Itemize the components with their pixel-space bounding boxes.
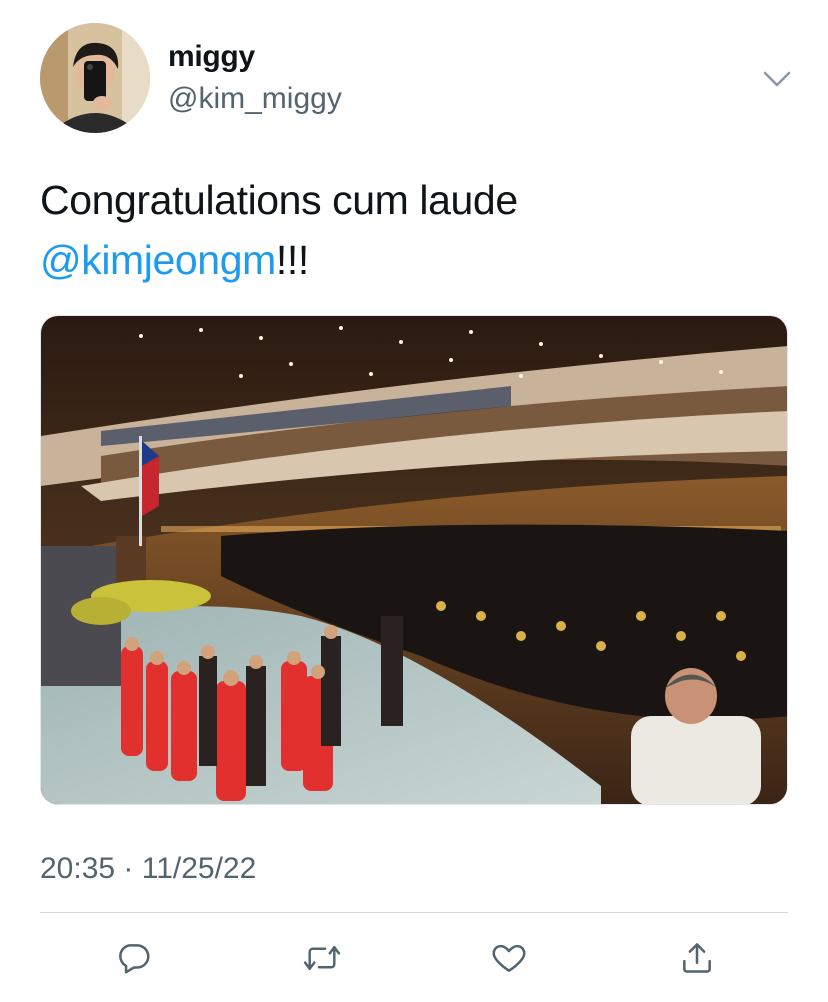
- tweet-text: Congratulations cum laude @kimjeongm!!!: [40, 170, 800, 290]
- tweet-text-line: Congratulations cum laude: [40, 177, 518, 223]
- chevron-down-icon[interactable]: [760, 64, 794, 94]
- reply-icon[interactable]: [112, 936, 156, 980]
- tweet-text-line-mention: @kimjeongm!!!: [40, 230, 800, 290]
- tweet-text-suffix: !!!: [275, 237, 309, 283]
- avatar[interactable]: [40, 23, 150, 133]
- tweet-media-image[interactable]: [40, 315, 788, 805]
- tweet-timestamp[interactable]: 20:35 · 11/25/22: [40, 852, 256, 886]
- divider: [40, 912, 788, 913]
- ceremony-photo: [41, 316, 787, 804]
- display-name[interactable]: miggy: [168, 40, 255, 74]
- mention-link[interactable]: @kimjeongm: [40, 237, 276, 283]
- heart-icon[interactable]: [487, 936, 531, 980]
- user-handle[interactable]: @kim_miggy: [168, 82, 342, 116]
- avatar-image: [40, 23, 150, 133]
- retweet-icon[interactable]: [300, 936, 344, 980]
- share-icon[interactable]: [675, 936, 719, 980]
